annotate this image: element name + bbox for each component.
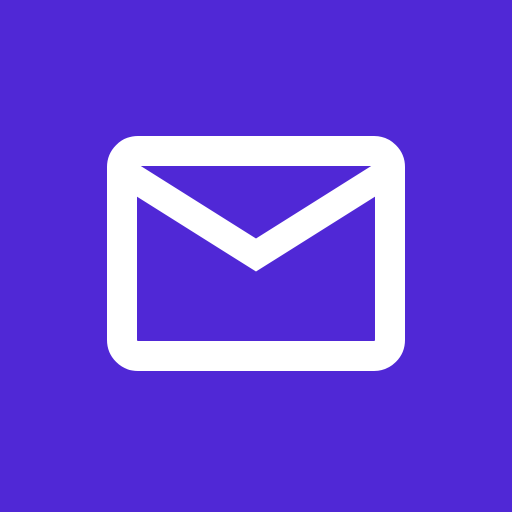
mail-envelope-icon <box>0 0 512 512</box>
mail-app-icon[interactable] <box>0 0 512 512</box>
